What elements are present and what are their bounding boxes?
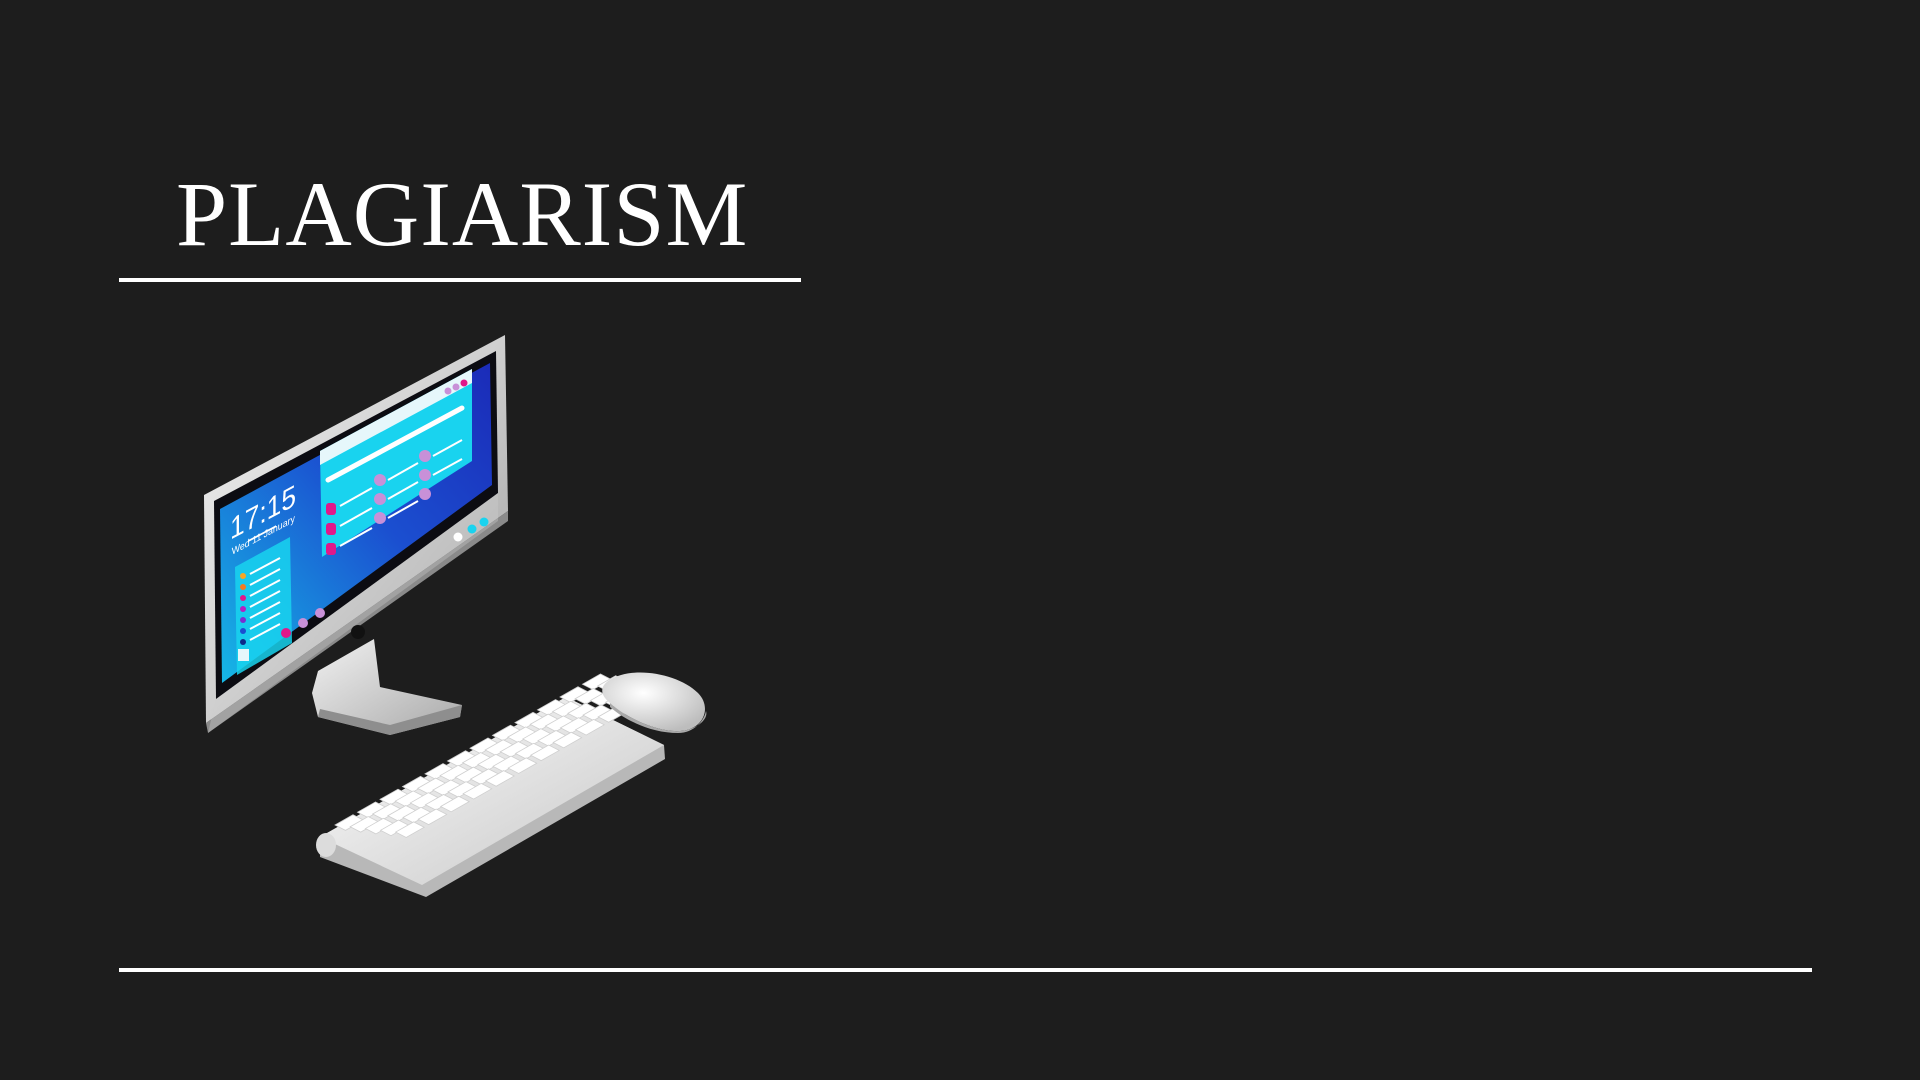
bottom-divider xyxy=(119,968,1812,972)
computer-illustration: 17:15 Wed 11 January xyxy=(190,325,730,905)
slide-title: PLAGIARISM xyxy=(176,163,749,265)
title-underline xyxy=(119,278,801,282)
computer-desktop-icon: 17:15 Wed 11 January xyxy=(204,335,707,897)
slide: PLAGIARISM 17:15 Wed 11 January xyxy=(0,0,1920,1080)
